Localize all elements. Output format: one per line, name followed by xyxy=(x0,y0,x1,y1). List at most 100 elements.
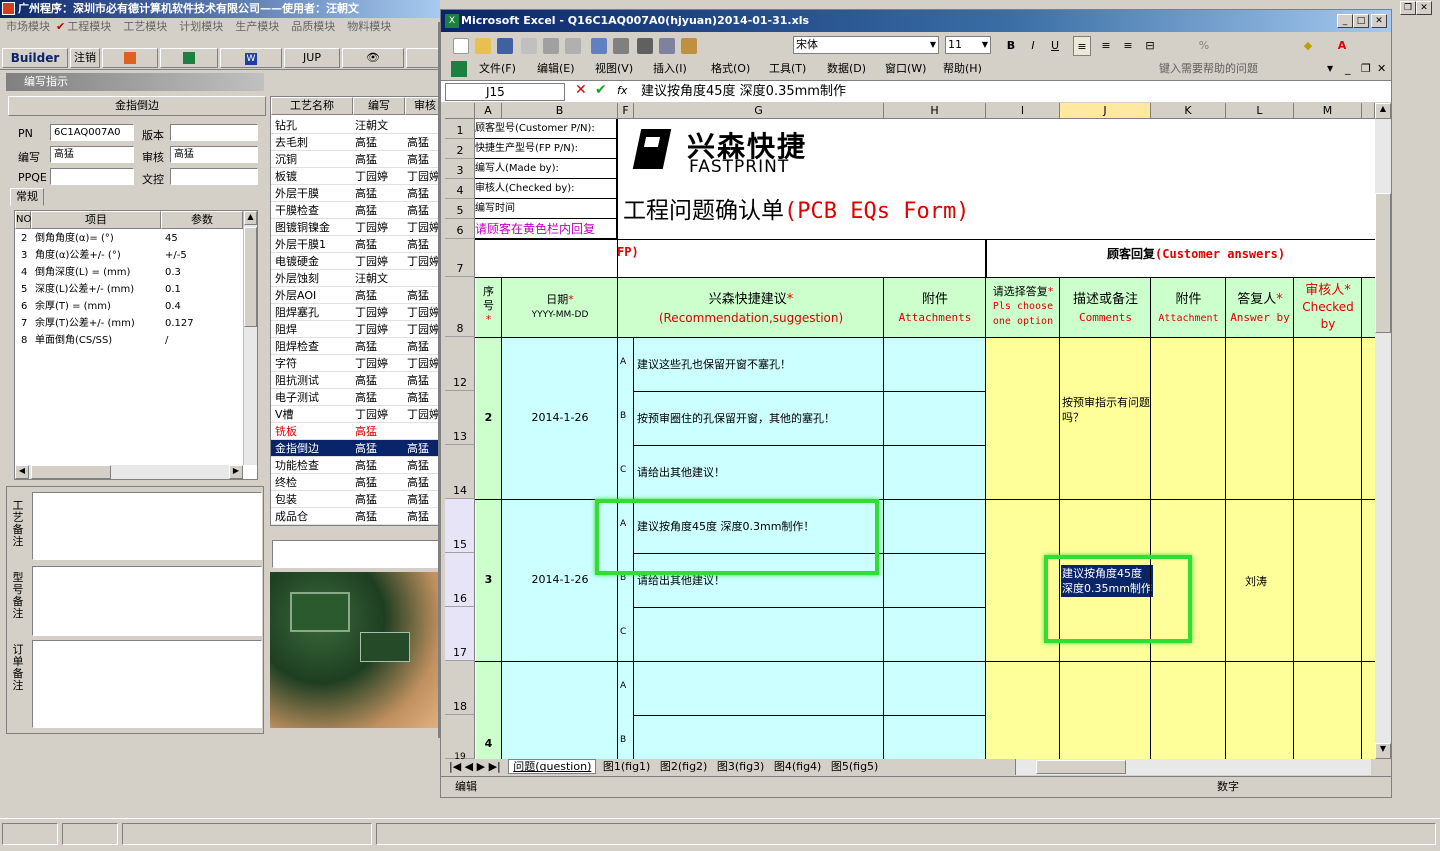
param-value[interactable]: 0.4 xyxy=(165,298,181,315)
param-value[interactable]: / xyxy=(165,332,168,349)
minimize-icon[interactable]: _ xyxy=(1337,14,1353,28)
word-icon[interactable]: W xyxy=(220,48,282,68)
col-header-n[interactable] xyxy=(1362,103,1375,119)
process-row[interactable]: 钻孔 汪朝文 xyxy=(271,117,439,134)
row-header[interactable]: 15 xyxy=(445,499,475,553)
tab-general[interactable]: 常规 xyxy=(10,188,44,206)
menu-window[interactable]: 窗口(W) xyxy=(885,59,926,79)
builder-button[interactable]: Builder xyxy=(2,48,68,68)
underline-icon[interactable]: U xyxy=(1047,36,1063,56)
param-row[interactable]: 3 角度(α)公差+/- (°) +/-5 xyxy=(15,247,243,264)
print-icon[interactable] xyxy=(543,38,559,54)
spelling-icon[interactable] xyxy=(591,38,607,54)
new-icon[interactable] xyxy=(453,38,469,54)
control-field[interactable] xyxy=(170,168,258,185)
spreadsheet-grid[interactable]: A B F G H I J K L M 1 2 3 4 5 6 7 8 12 1… xyxy=(445,103,1375,759)
align-right-icon[interactable]: ≡ xyxy=(1119,36,1137,56)
menu-market[interactable]: 市场模块 xyxy=(6,20,50,33)
row-header[interactable]: 7 xyxy=(445,239,475,277)
italic-icon[interactable]: I xyxy=(1025,36,1041,56)
process-row[interactable]: V槽 丁园婷 丁园婷 xyxy=(271,406,439,423)
col-header-i[interactable]: I xyxy=(986,103,1060,119)
col-header-f[interactable]: F xyxy=(618,103,634,119)
row-header[interactable]: 1 xyxy=(445,119,475,139)
paste-icon[interactable] xyxy=(681,38,697,54)
menu-format[interactable]: 格式(O) xyxy=(711,59,750,79)
cut-icon[interactable] xyxy=(637,38,653,54)
param-row[interactable]: 7 余厚(T)公差+/- (mm) 0.127 xyxy=(15,315,243,332)
param-hscroll[interactable]: ◀ ▶ xyxy=(15,465,243,479)
copy-icon[interactable] xyxy=(659,38,675,54)
restore-icon[interactable]: ❐ xyxy=(1400,1,1416,15)
font-size-select[interactable]: 11 ▼ xyxy=(945,36,991,54)
bold-icon[interactable]: B xyxy=(1003,36,1019,56)
menu-production[interactable]: 生产模块 xyxy=(235,20,279,33)
chevron-down-icon[interactable]: ▼ xyxy=(1327,59,1333,79)
model-notes-field[interactable] xyxy=(32,566,262,636)
col-header-m[interactable]: M xyxy=(1294,103,1362,119)
menu-tools[interactable]: 工具(T) xyxy=(769,59,806,79)
menu-help[interactable]: 帮助(H) xyxy=(943,59,982,79)
process-row[interactable]: 干膜检查 高猛 高猛 xyxy=(271,202,439,219)
row-header[interactable]: 19 xyxy=(445,715,475,759)
close-icon[interactable]: ✕ xyxy=(1371,14,1387,28)
menu-insert[interactable]: 插入(I) xyxy=(653,59,687,79)
sheet-tab-fig3[interactable]: 图3(fig3) xyxy=(714,760,768,773)
row-header[interactable]: 12 xyxy=(445,337,475,391)
process-row[interactable]: 电子测试 高猛 高猛 xyxy=(271,389,439,406)
param-value[interactable]: 0.1 xyxy=(165,281,181,298)
menu-data[interactable]: 数据(D) xyxy=(827,59,866,79)
image-caption-field[interactable] xyxy=(272,540,440,568)
process-row[interactable]: 金指倒边 高猛 高猛 xyxy=(271,440,439,457)
permission-icon[interactable] xyxy=(521,38,537,54)
sheet-tab-fig2[interactable]: 图2(fig2) xyxy=(657,760,711,773)
param-row[interactable]: 6 余厚(T) = (mm) 0.4 xyxy=(15,298,243,315)
font-name-select[interactable]: 宋体 ▼ xyxy=(793,36,939,54)
ppt-icon[interactable] xyxy=(102,48,158,68)
doc-close-icon[interactable]: ✕ xyxy=(1377,59,1386,79)
doc-restore-icon[interactable]: ❐ xyxy=(1361,59,1371,79)
row-header[interactable]: 16 xyxy=(445,553,475,607)
item-answer-by[interactable]: 刘涛 xyxy=(1245,573,1267,589)
process-row[interactable]: 外层干膜1 高猛 高猛 xyxy=(271,236,439,253)
row-header[interactable]: 8 xyxy=(445,277,475,337)
align-center-icon[interactable]: ≡ xyxy=(1097,36,1115,56)
col-header-g[interactable]: G xyxy=(634,103,884,119)
sheet-tab-fig4[interactable]: 图4(fig4) xyxy=(771,760,825,773)
formula-input[interactable]: 建议按角度45度 深度0.35mm制作 xyxy=(641,81,846,103)
menu-craft[interactable]: 工艺模块 xyxy=(123,20,167,33)
sheet-tab-question[interactable]: 问题(question) xyxy=(508,759,597,774)
close-icon[interactable]: ✕ xyxy=(1416,1,1432,15)
select-all-corner[interactable] xyxy=(445,103,475,119)
confirm-icon[interactable]: ✔ xyxy=(595,82,607,98)
menu-engineering[interactable]: 工程模块 xyxy=(67,20,111,33)
menu-plan[interactable]: 计划模块 xyxy=(179,20,223,33)
process-row[interactable]: 阻焊检查 高猛 高猛 xyxy=(271,338,439,355)
font-color-icon[interactable]: A xyxy=(1331,36,1353,56)
pn-field[interactable]: 6C1AQ007A0 xyxy=(50,124,134,141)
menu-file[interactable]: 文件(F) xyxy=(479,59,516,79)
process-row[interactable]: 沉铜 高猛 高猛 xyxy=(271,151,439,168)
row-header[interactable]: 2 xyxy=(445,139,475,159)
jup-button[interactable]: JUP xyxy=(284,48,340,68)
sheet-tab-fig1[interactable]: 图1(fig1) xyxy=(600,760,654,773)
process-row[interactable]: 外层蚀刻 汪朝文 xyxy=(271,270,439,287)
menu-quality[interactable]: 品质模块 xyxy=(291,20,335,33)
percent-icon[interactable]: % xyxy=(1197,36,1211,56)
process-row[interactable]: 功能检查 高猛 高猛 xyxy=(271,457,439,474)
option-text[interactable]: 按预审圈住的孔保留开窗，其他的塞孔！ xyxy=(637,410,835,426)
sheet-tab-fig5[interactable]: 图5(fig5) xyxy=(828,760,882,773)
fill-color-icon[interactable]: ◆ xyxy=(1297,36,1319,56)
col-header-j[interactable]: J xyxy=(1060,103,1151,119)
reply-area[interactable] xyxy=(986,661,1375,759)
process-row[interactable]: 铣板 高猛 xyxy=(271,423,439,440)
item-comment[interactable]: 按预审指示有问题吗？ xyxy=(1062,395,1150,425)
maximize-icon[interactable]: □ xyxy=(1353,14,1369,28)
menu-material[interactable]: 物料模块 xyxy=(347,20,391,33)
function-icon[interactable]: fx xyxy=(617,84,627,97)
row-header[interactable]: 14 xyxy=(445,445,475,499)
process-row[interactable]: 阻焊 丁园婷 丁园婷 xyxy=(271,321,439,338)
process-row[interactable]: 外层干膜 高猛 高猛 xyxy=(271,185,439,202)
reply-area[interactable] xyxy=(986,337,1375,499)
cancel-icon[interactable]: ✕ xyxy=(575,82,587,98)
